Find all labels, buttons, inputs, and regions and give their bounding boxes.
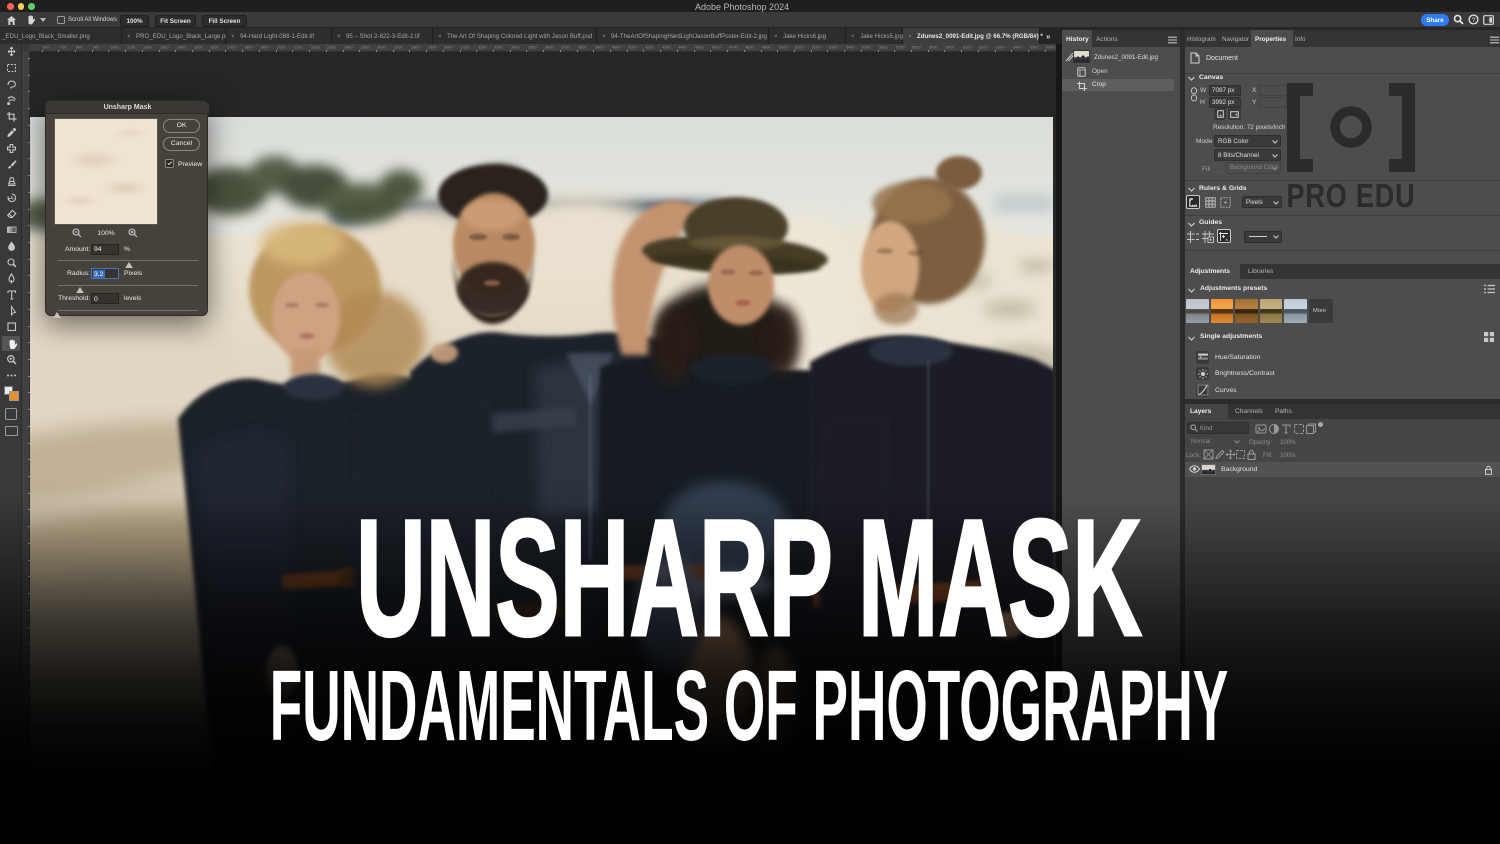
svg-text:?: ?	[1472, 17, 1476, 24]
svg-text:PRO EDU: PRO EDU	[1287, 179, 1416, 210]
